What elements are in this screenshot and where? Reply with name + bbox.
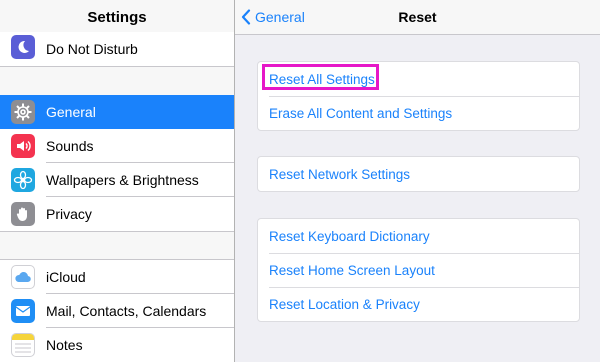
sidebar-item-sounds[interactable]: Sounds [0, 129, 234, 163]
back-button[interactable]: General [241, 0, 305, 34]
sidebar-item-label: Do Not Disturb [46, 41, 138, 57]
sidebar-item-label: iCloud [46, 269, 86, 285]
sidebar-title: Settings [0, 0, 234, 35]
reset-location-privacy-button[interactable]: Reset Location & Privacy [258, 287, 579, 321]
sidebar-item-label: Sounds [46, 138, 94, 154]
sidebar-item-icloud[interactable]: iCloud [0, 260, 234, 294]
hand-icon [11, 202, 35, 226]
reset-home-screen-layout-button[interactable]: Reset Home Screen Layout [258, 253, 579, 287]
sidebar-item-privacy[interactable]: Privacy [0, 197, 234, 231]
sidebar-item-label: Notes [46, 337, 83, 353]
sidebar-item-general[interactable]: General [0, 95, 234, 129]
sidebar-item-do-not-disturb[interactable]: Do Not Disturb [0, 32, 234, 66]
nav-bar: General Reset [235, 0, 600, 35]
notes-icon [11, 333, 35, 357]
sidebar-item-label: General [46, 104, 96, 120]
mail-icon [11, 299, 35, 323]
chevron-left-icon [241, 9, 251, 25]
reset-keyboard-dictionary-button[interactable]: Reset Keyboard Dictionary [258, 219, 579, 253]
gear-icon [11, 100, 35, 124]
sidebar-item-label: Wallpapers & Brightness [46, 172, 199, 188]
moon-icon [11, 35, 35, 59]
reset-group-2: Reset Network Settings [257, 156, 580, 192]
settings-sidebar: Settings Do Not Disturb General Sounds W… [0, 0, 234, 362]
sidebar-item-wallpapers-brightness[interactable]: Wallpapers & Brightness [0, 163, 234, 197]
reset-pane: General Reset Reset All Settings Erase A… [235, 0, 600, 362]
reset-group-1: Reset All Settings Erase All Content and… [257, 61, 580, 131]
reset-group-3: Reset Keyboard Dictionary Reset Home Scr… [257, 218, 580, 322]
erase-all-content-button[interactable]: Erase All Content and Settings [258, 96, 579, 130]
speaker-icon [11, 134, 35, 158]
cloud-icon [11, 265, 35, 289]
sidebar-item-mail-contacts-calendars[interactable]: Mail, Contacts, Calendars [0, 294, 234, 328]
sidebar-item-notes[interactable]: Notes [0, 328, 234, 362]
back-button-label: General [255, 9, 305, 25]
sidebar-item-label: Privacy [46, 206, 92, 222]
flower-icon [11, 168, 35, 192]
sidebar-item-label: Mail, Contacts, Calendars [46, 303, 207, 319]
section-divider [0, 66, 234, 67]
section-divider [0, 231, 234, 232]
reset-network-settings-button[interactable]: Reset Network Settings [258, 157, 579, 191]
reset-all-settings-button[interactable]: Reset All Settings [258, 62, 579, 96]
